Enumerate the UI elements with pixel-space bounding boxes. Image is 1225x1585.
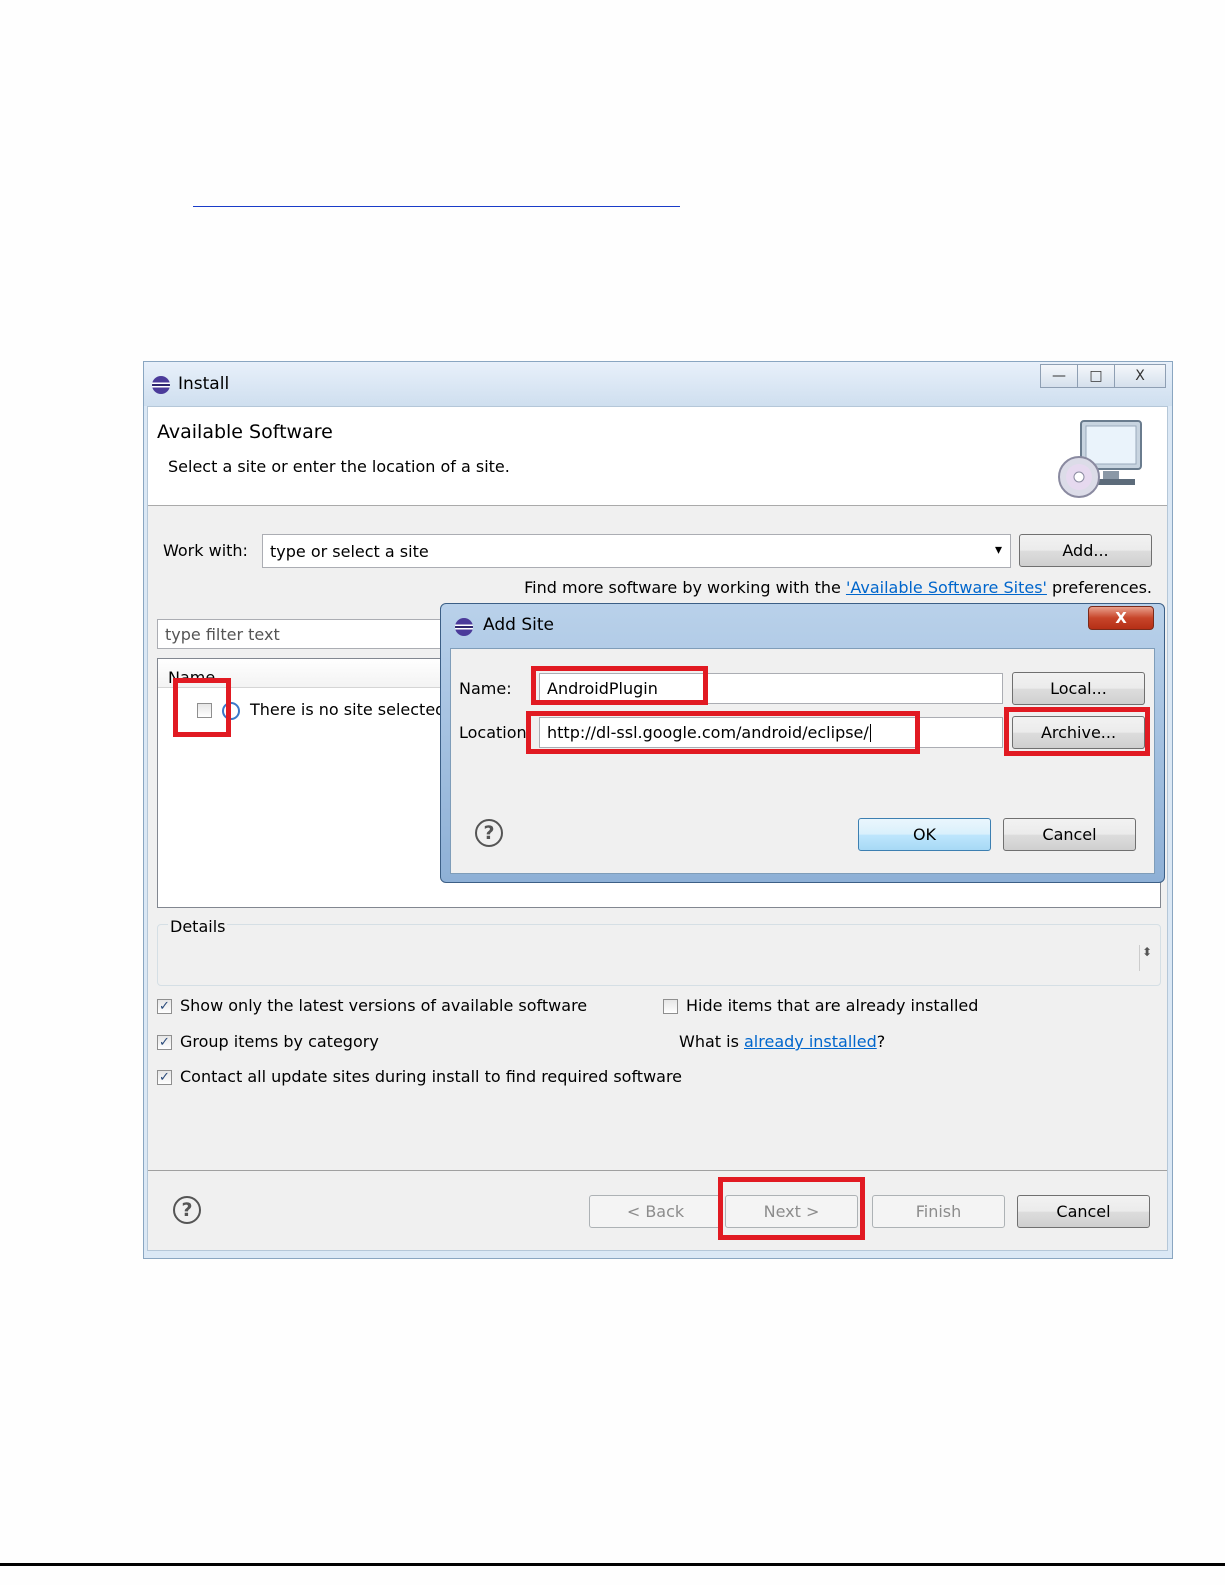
what-is-prefix: What is [679, 1032, 744, 1051]
close-icon: X [1115, 609, 1127, 627]
maximize-button[interactable]: □ [1077, 364, 1115, 388]
site-status-icon [222, 702, 240, 720]
filter-placeholder: type filter text [165, 624, 280, 644]
tree-item-label: There is no site selected. [250, 700, 451, 719]
contact-all-sites-label: Contact all update sites during install … [180, 1067, 683, 1086]
location-label: Location: [459, 723, 533, 742]
work-with-text: type or select a site [270, 541, 429, 561]
contact-all-sites-checkbox[interactable]: ✓ [157, 1070, 172, 1085]
find-more-text: Find more software by working with the '… [524, 578, 1152, 597]
hide-installed-checkbox[interactable] [663, 999, 678, 1014]
find-more-suffix: preferences. [1046, 578, 1152, 597]
dialog-close-button[interactable]: X [1088, 606, 1154, 630]
details-group: Details ⬍ [157, 917, 1161, 986]
details-scroll-icon[interactable]: ⬍ [1139, 945, 1154, 971]
finish-button[interactable]: Finish [872, 1195, 1005, 1228]
name-column-header[interactable]: Name [168, 668, 215, 687]
button-bar-separator [148, 1170, 1167, 1171]
page-title: Available Software [157, 421, 333, 443]
show-latest-checkbox[interactable]: ✓ [157, 999, 172, 1014]
maximize-icon: □ [1089, 368, 1103, 384]
find-more-prefix: Find more software by working with the [524, 578, 846, 597]
chevron-down-icon[interactable]: ▾ [995, 542, 1002, 558]
group-by-category-checkbox[interactable]: ✓ [157, 1035, 172, 1050]
text-caret [869, 723, 871, 742]
show-latest-label: Show only the latest versions of availab… [180, 996, 588, 1015]
install-window-title: Install [178, 374, 230, 394]
name-label: Name: [459, 679, 512, 698]
name-field[interactable]: AndroidPlugin [539, 673, 1003, 704]
help-icon[interactable]: ? [173, 1196, 201, 1224]
archive-button[interactable]: Archive... [1012, 716, 1145, 749]
checkmark-icon: ✓ [159, 1035, 170, 1050]
dialog-cancel-button[interactable]: Cancel [1003, 818, 1136, 851]
checkmark-icon: ✓ [159, 999, 170, 1014]
available-software-sites-link[interactable]: 'Available Software Sites' [846, 578, 1047, 597]
checkmark-icon: ✓ [159, 1070, 170, 1085]
close-button[interactable]: X [1114, 364, 1166, 388]
already-installed-link[interactable]: already installed [744, 1032, 877, 1051]
minimize-icon: — [1052, 368, 1066, 384]
group-by-category-label: Group items by category [180, 1032, 379, 1051]
location-field[interactable]: http://dl-ssl.google.com/android/eclipse… [539, 717, 1003, 748]
what-is-installed-text: What is already installed? [679, 1032, 885, 1051]
install-monitor-icon [1058, 420, 1142, 498]
local-button[interactable]: Local... [1012, 672, 1145, 705]
tree-item-checkbox[interactable] [197, 703, 212, 718]
minimize-button[interactable]: — [1040, 364, 1078, 388]
ok-button[interactable]: OK [858, 818, 991, 851]
eclipse-icon [152, 376, 170, 394]
help-icon[interactable]: ? [475, 819, 503, 847]
close-icon: X [1135, 368, 1145, 384]
add-site-body: Name: AndroidPlugin Local... Location: h… [450, 648, 1155, 874]
install-titlebar: Install — □ X [144, 362, 1172, 406]
back-button[interactable]: < Back [589, 1195, 722, 1228]
add-button[interactable]: Add... [1019, 534, 1152, 567]
next-button[interactable]: Next > [725, 1195, 858, 1228]
details-label: Details [168, 917, 228, 936]
add-site-dialog: Add Site X Name: AndroidPlugin Local... … [440, 603, 1165, 883]
name-value: AndroidPlugin [547, 679, 658, 698]
window-controls: — □ X [1040, 364, 1166, 388]
work-with-combo[interactable]: type or select a site ▾ [262, 534, 1011, 568]
location-value: http://dl-ssl.google.com/android/eclipse… [547, 723, 869, 742]
hide-installed-label: Hide items that are already installed [686, 996, 979, 1015]
wizard-header: Available Software Select a site or ente… [148, 407, 1167, 506]
what-is-suffix: ? [876, 1032, 886, 1051]
page-bottom-rule [0, 1563, 1225, 1566]
cancel-button[interactable]: Cancel [1017, 1195, 1150, 1228]
document-hyperlink-underline[interactable] [193, 206, 680, 207]
work-with-label: Work with: [163, 541, 248, 560]
eclipse-icon [455, 618, 473, 636]
add-site-title: Add Site [483, 615, 554, 635]
page-subtitle: Select a site or enter the location of a… [168, 457, 510, 476]
